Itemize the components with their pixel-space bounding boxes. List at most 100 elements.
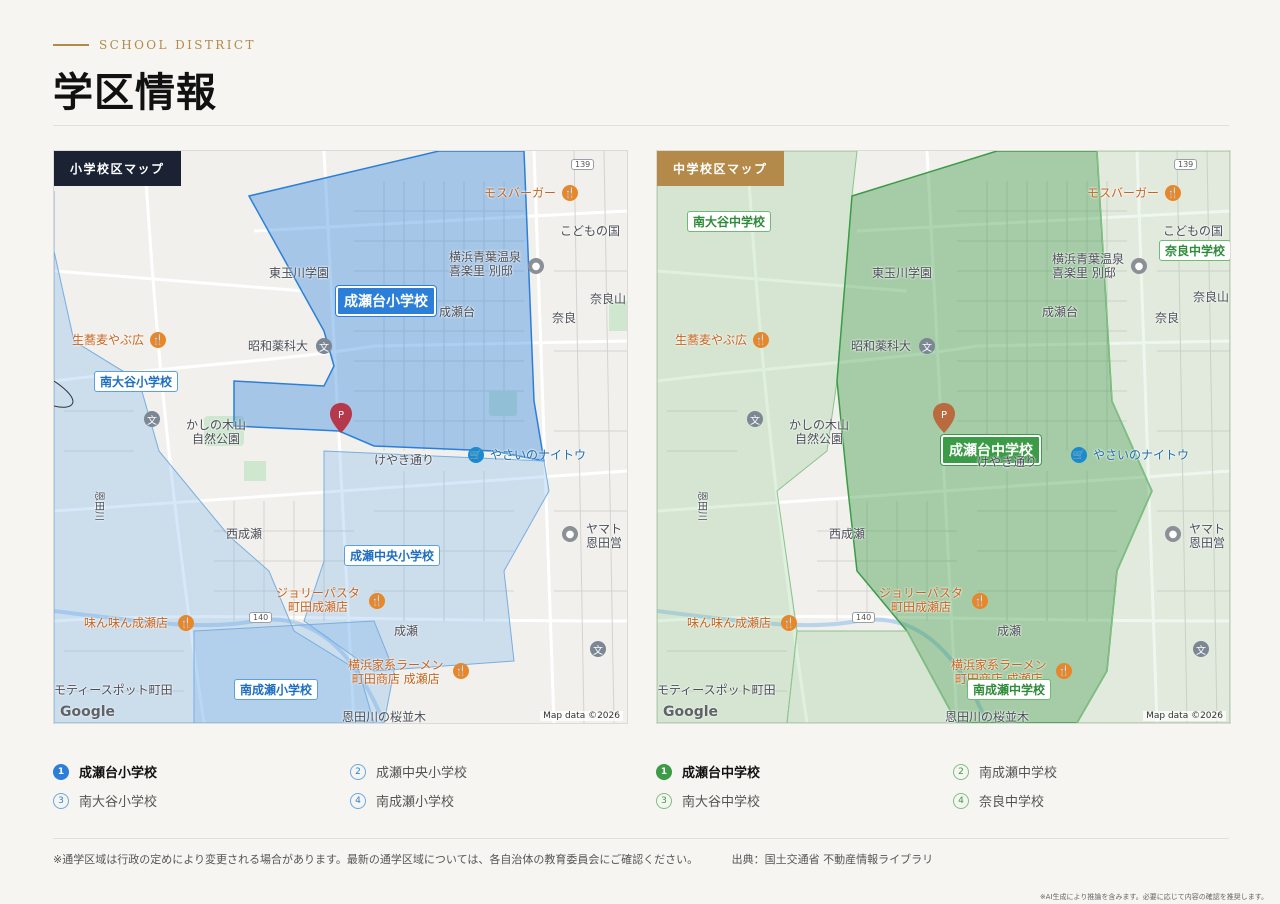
poi-jolly-pasta[interactable]: ジョリーパスタ 町田成瀬店 [879,586,963,615]
school-icon: 文 [590,641,606,657]
restaurant-icon: 🍴 [781,615,797,631]
school-label-minaminaruse[interactable]: 南成瀬小学校 [234,679,319,700]
list-item[interactable]: 3 南大谷小学校 [53,791,157,810]
school-label-minamioya[interactable]: 南大谷小学校 [94,371,179,392]
school-label-main[interactable]: 成瀬台小学校 [336,286,436,316]
label-naruse: 成瀬 [997,624,1022,638]
poi-yasai[interactable]: やさいのナイトウ [490,448,586,463]
footer-note: ※通学区域は行政の定めにより変更される場合があります。最新の通学区域については、… [53,851,933,867]
poi-soba[interactable]: 生蕎麦やぶ広 [72,333,144,348]
label-naruse: 成瀬 [394,624,419,638]
label-nishinaruse: 西成瀬 [226,527,263,541]
list-item[interactable]: 1 成瀬台中学校 [656,762,760,781]
google-logo: Google [663,704,719,720]
poi-yasai[interactable]: やさいのナイトウ [1093,448,1189,463]
poi-mos-burger[interactable]: モスバーガー [1087,186,1159,201]
route-140-badge: 140 [249,612,273,623]
label-kodomo: こどもの国 [560,224,621,238]
list-item[interactable]: 1 成瀬台小学校 [53,762,157,781]
restaurant-icon: 🍴 [562,185,578,201]
spa-icon: ● [1131,258,1147,274]
school-icon: 文 [144,411,160,427]
poi-mos-burger[interactable]: モスバーガー [484,186,556,201]
restaurant-icon: 🍴 [1056,663,1072,679]
map-copyright: Map data ©2026 [540,711,623,721]
spa-icon: ● [528,258,544,274]
property-pin-icon[interactable]: P [330,403,352,433]
label-keyaki: けやき通り [977,455,1038,469]
poi-jolly-pasta[interactable]: ジョリーパスタ 町田成瀬店 [276,586,360,615]
label-kashi-park: かしの木山 自然公園 [789,418,850,446]
list-item[interactable]: 3 南大谷中学校 [656,791,760,810]
svg-text:P: P [941,410,947,421]
label-higashi-tamagawa: 東玉川学園 [872,266,933,280]
middle-school-map[interactable]: 中学校区マップ 139 140 南大谷中学校 モスバーガー 🍴 こどもの国 奈良… [656,150,1231,724]
restaurant-icon: 🍴 [150,332,166,348]
property-pin-icon[interactable]: P [933,403,955,433]
store-icon: 🛒 [468,447,484,463]
school-icon: 文 [747,411,763,427]
school-icon: 文 [1193,641,1209,657]
label-nara: 奈良 [552,311,577,325]
label-kashi-park: かしの木山 自然公園 [186,418,247,446]
poi-ramen[interactable]: 横浜家系ラーメン 町田商店 成瀬店 [348,658,444,687]
map-copyright: Map data ©2026 [1143,711,1226,721]
rank-badge: 1 [53,763,69,780]
school-name: 成瀬中央小学校 [376,766,468,781]
location-icon: ● [1165,526,1181,542]
label-onda: 恩田川 [93,491,104,521]
source-text: 出典：国土交通省 不動産情報ライブラリ [731,853,934,866]
rank-badge: 3 [656,792,672,809]
rank-badge: 2 [350,763,366,780]
rank-badge: 4 [953,792,969,809]
page-title: 学区情報 [53,69,217,116]
divider-bottom [53,838,1229,839]
label-motyspot: モティースポット町田 [54,683,173,697]
restaurant-icon: 🍴 [753,332,769,348]
eyebrow-text: SCHOOL DISTRICT [99,38,256,52]
route-139-badge: 139 [571,159,595,170]
school-name: 南成瀬中学校 [979,766,1058,781]
school-icon: 文 [919,338,935,354]
divider-top [53,125,1229,126]
school-name: 南大谷小学校 [79,795,158,810]
school-name: 成瀬台小学校 [79,766,158,781]
school-name: 奈良中学校 [979,795,1045,810]
school-name: 成瀬台中学校 [682,766,761,781]
poi-miun[interactable]: 味ん味ん成瀬店 [687,616,771,631]
list-item[interactable]: 2 南成瀬中学校 [953,762,1057,781]
google-logo: Google [60,704,116,720]
label-showa-yakka: 昭和薬科大 [248,339,309,353]
label-keyaki: けやき通り [374,453,435,467]
route-139-badge: 139 [1174,159,1198,170]
school-label-nara[interactable]: 奈良中学校 [1159,240,1230,261]
poi-miun[interactable]: 味ん味ん成瀬店 [84,616,168,631]
rank-badge: 2 [953,763,969,780]
rank-badge: 1 [656,763,672,780]
school-label-chuo[interactable]: 成瀬中央小学校 [344,545,441,566]
list-item[interactable]: 4 南成瀬小学校 [350,791,454,810]
label-showa-yakka: 昭和薬科大 [851,339,912,353]
list-item[interactable]: 4 奈良中学校 [953,791,1044,810]
label-narayama: 奈良山 [1193,290,1230,304]
list-item[interactable]: 2 成瀬中央小学校 [350,762,467,781]
label-onda-river: 恩田川の桜並木 [945,710,1030,724]
label-yokohama-aoba: 横浜青葉温泉 喜楽里 別邸 [1052,252,1125,280]
label-onda: 恩田川 [696,491,707,521]
eyebrow: SCHOOL DISTRICT [53,38,256,52]
school-label-minamioya[interactable]: 南大谷中学校 [687,211,772,232]
elementary-map-canvas [54,151,627,723]
route-140-badge: 140 [852,612,876,623]
label-higashi-tamagawa: 東玉川学園 [269,266,330,280]
school-icon: 文 [316,338,332,354]
poi-soba[interactable]: 生蕎麦やぶ広 [675,333,747,348]
label-naruseidai: 成瀬台 [439,305,476,319]
disclaimer-text: ※通学区域は行政の定めにより変更される場合があります。最新の通学区域については、… [53,853,699,866]
label-yamato: ヤマト 恩田営 [1189,522,1226,550]
elementary-school-map[interactable]: 小学校区マップ 139 140 モスバーガー 🍴 こどもの国 横浜青葉温泉 喜楽… [53,150,628,724]
restaurant-icon: 🍴 [1165,185,1181,201]
map-tag-middle: 中学校区マップ [657,151,784,186]
label-narayama: 奈良山 [590,292,627,306]
school-label-minaminaruse[interactable]: 南成瀬中学校 [967,679,1052,700]
rank-badge: 3 [53,792,69,809]
